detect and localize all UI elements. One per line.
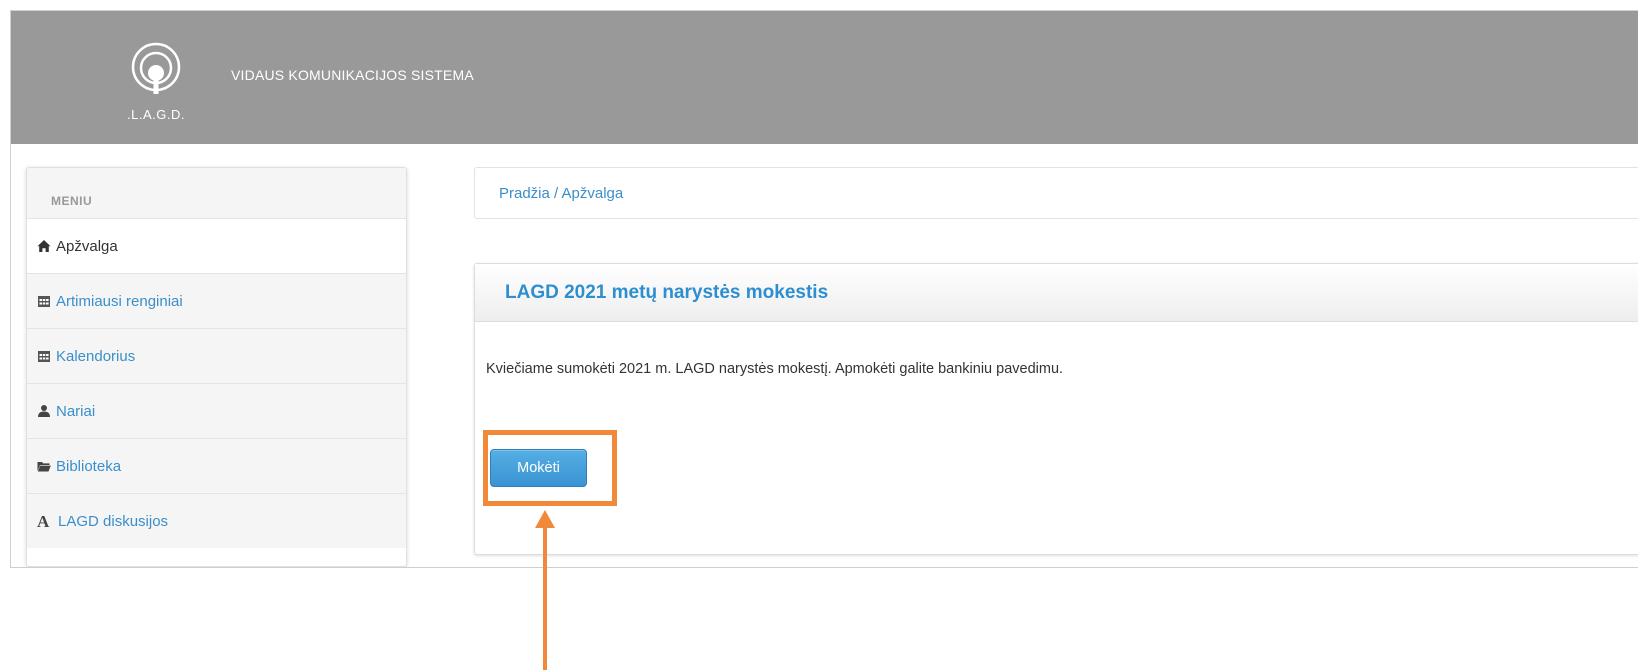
annotation-highlight-box xyxy=(483,430,617,506)
sidebar-item-label: LAGD diskusijos xyxy=(58,512,169,530)
sidebar-item-label: Kalendorius xyxy=(56,347,136,365)
app-title: VIDAUS KOMUNIKACIJOS SISTEMA xyxy=(231,67,474,83)
top-header: .L.A.G.D. VIDAUS KOMUNIKACIJOS SISTEMA xyxy=(11,11,1638,144)
sidebar-item-kalendorius[interactable]: Kalendorius xyxy=(27,328,406,383)
membership-fee-panel: LAGD 2021 metų narystės mokestis Kviečia… xyxy=(474,263,1638,555)
folder-icon xyxy=(37,459,51,473)
logo[interactable]: .L.A.G.D. xyxy=(111,35,201,135)
sidebar-item-biblioteka[interactable]: Biblioteka xyxy=(27,438,406,493)
sidebar-item-label: Biblioteka xyxy=(56,457,122,475)
home-icon xyxy=(37,239,51,253)
calendar-icon xyxy=(37,294,51,308)
logo-text: .L.A.G.D. xyxy=(127,107,185,122)
sidebar-item-lagd-diskusijos[interactable]: A LAGD diskusijos xyxy=(27,493,406,548)
font-icon: A xyxy=(37,511,50,531)
sidebar-menu: MENIU Apžvalga Artimiausi renginiai Kale… xyxy=(26,167,407,567)
sidebar-item-label: Nariai xyxy=(56,402,96,420)
sidebar-item-label: Artimiausi renginiai xyxy=(56,292,183,310)
calendar-icon xyxy=(37,349,51,363)
breadcrumb[interactable]: Pradžia / Apžvalga xyxy=(474,167,1638,219)
sidebar-item-apzvalga[interactable]: Apžvalga xyxy=(27,218,406,273)
panel-title: LAGD 2021 metų narystės mokestis xyxy=(475,264,1638,322)
user-icon xyxy=(37,404,51,418)
annotation-arrow-icon xyxy=(535,510,555,670)
lagd-logo-icon xyxy=(131,42,181,94)
panel-message: Kviečiame sumokėti 2021 m. LAGD narystės… xyxy=(486,361,1064,377)
sidebar-item-artimiausi-renginiai[interactable]: Artimiausi renginiai xyxy=(27,273,406,328)
menu-title: MENIU xyxy=(27,168,406,218)
app-frame: .L.A.G.D. VIDAUS KOMUNIKACIJOS SISTEMA M… xyxy=(10,10,1638,568)
breadcrumb-text[interactable]: Pradžia / Apžvalga xyxy=(499,185,623,202)
sidebar-item-nariai[interactable]: Nariai xyxy=(27,383,406,438)
sidebar-item-label: Apžvalga xyxy=(56,237,118,255)
